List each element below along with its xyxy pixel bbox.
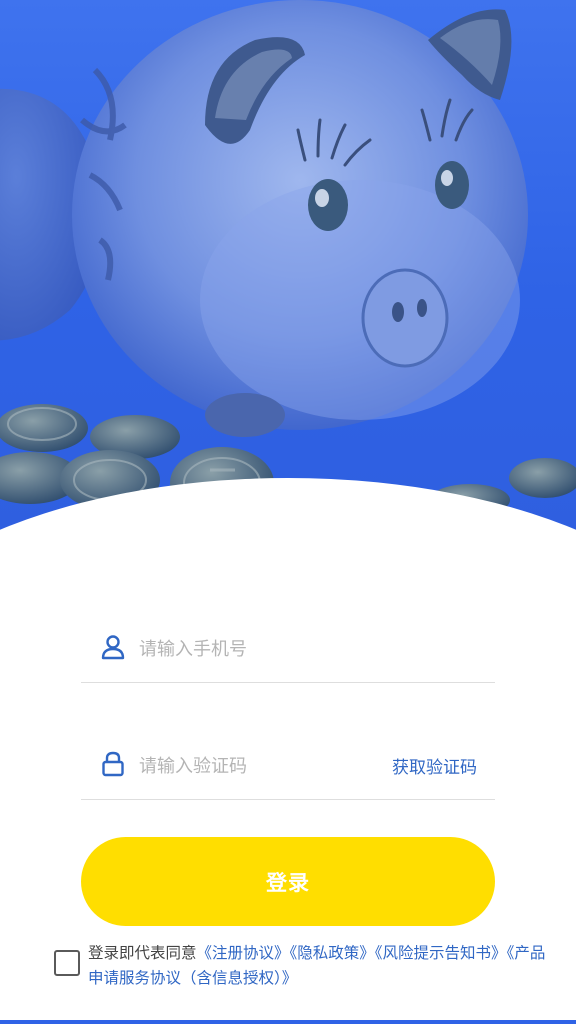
agreement-link-risk[interactable]: 《风险提示告知书》 [375,944,507,962]
agreement-link-privacy[interactable]: 《隐私政策》 [290,944,375,962]
piggy-bank-illustration [0,0,576,519]
agreement-prefix: 登录即代表同意 [88,944,197,962]
verification-code-field[interactable]: 获取验证码 [81,729,495,800]
get-code-button[interactable]: 获取验证码 [392,753,477,778]
login-button[interactable]: 登录 [81,837,495,926]
bottom-bar [0,1020,576,1024]
phone-input[interactable] [137,630,381,668]
agreement-text: 登录即代表同意《注册协议》《隐私政策》《风险提示告知书》《产品申请服务协议（含信… [88,941,548,991]
verification-code-input[interactable] [137,747,381,785]
lock-icon [102,751,124,777]
agreement-link-registration[interactable]: 《注册协议》 [197,944,290,962]
user-icon [101,635,125,660]
phone-field[interactable] [81,612,495,683]
hero-banner [0,0,576,530]
agreement-checkbox[interactable] [54,950,80,976]
